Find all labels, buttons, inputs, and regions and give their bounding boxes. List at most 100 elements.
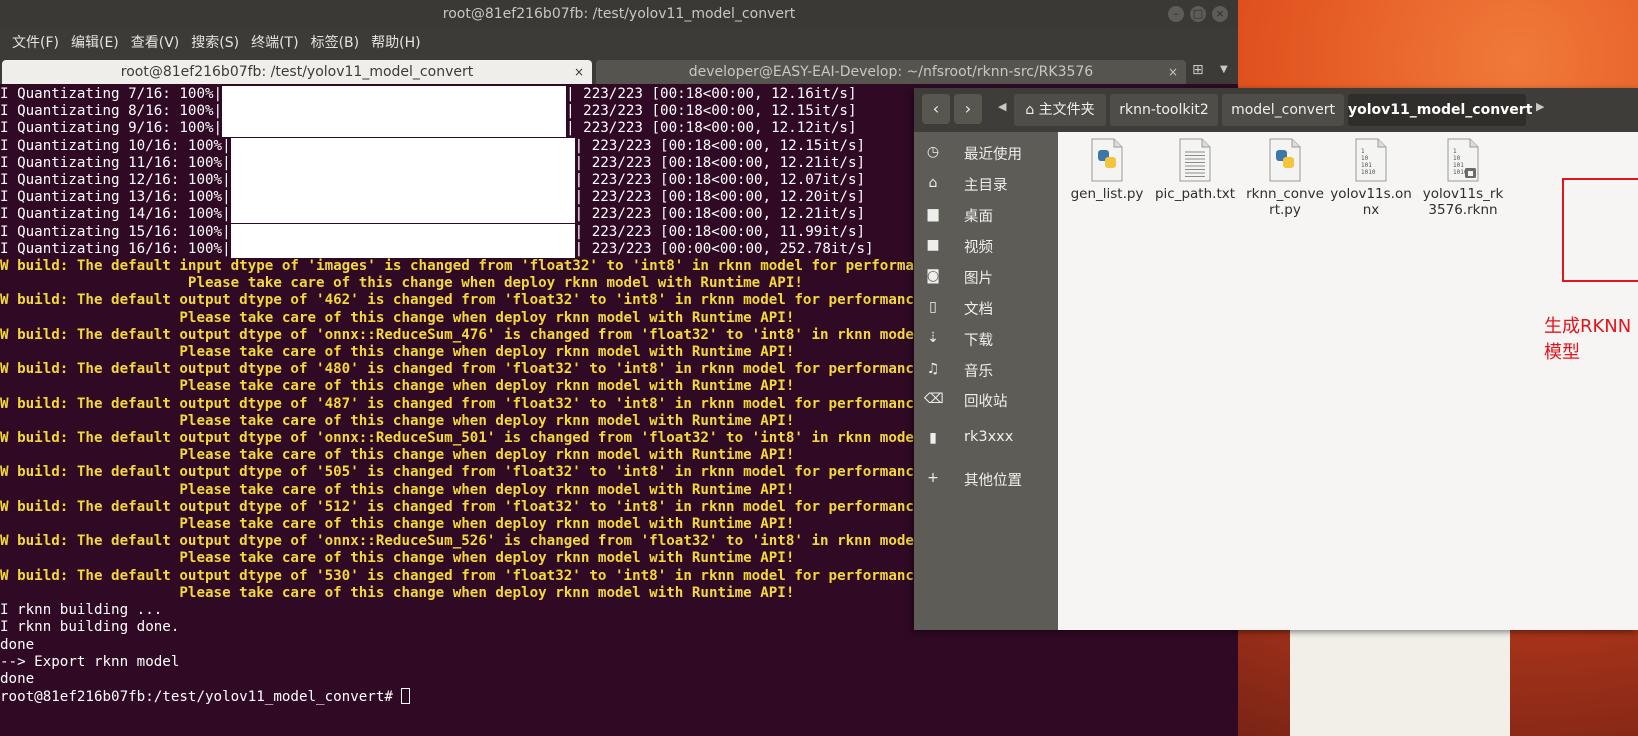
svg-text:101: 101: [1361, 162, 1372, 169]
progress-bar: [230, 240, 575, 258]
home-icon: ⌂: [928, 175, 938, 191]
svg-text:10: 10: [1453, 155, 1461, 162]
maximize-icon[interactable]: □: [1190, 6, 1206, 22]
progress-bar: [230, 189, 575, 207]
sidebar-item-document[interactable]: ▯ 文档: [914, 293, 1058, 323]
usb-drive-icon: ▮: [929, 430, 937, 446]
sidebar-item-label: 文档: [964, 302, 993, 318]
prompt-line: root@81ef216b07fb:/test/yolov11_model_co…: [0, 688, 1238, 706]
forward-button[interactable]: ›: [954, 94, 982, 124]
menu-terminal[interactable]: 终端(T): [245, 28, 304, 58]
tab-developer-host[interactable]: developer@EASY-EAI-Develop: ~/nfsroot/rk…: [596, 60, 1186, 84]
folder-icon: ▆: [927, 206, 939, 222]
sidebar-item-music[interactable]: ♫ 音乐: [914, 355, 1058, 385]
breadcrumb-scroll-left-icon[interactable]: ◀: [998, 100, 1006, 113]
file-item[interactable]: gen_list.py: [1066, 138, 1148, 202]
binary-file-icon: 1 10 101 1010: [1354, 138, 1388, 182]
quantize-prefix: I Quantizating 11/16: 100%|: [0, 154, 231, 171]
quantize-suffix: | 223/223 [00:18<00:00, 12.21it/s]: [574, 154, 866, 171]
sidebar-item-clock[interactable]: ◷ 最近使用: [914, 138, 1058, 168]
python-file-icon: [1090, 138, 1124, 182]
progress-bar: [230, 137, 575, 155]
file-name: rknn_convert.py: [1246, 186, 1324, 218]
progress-bar: [230, 154, 575, 172]
file-item[interactable]: 1 10 101 1010 yolov11s.onnx: [1330, 138, 1412, 218]
plus-icon: +: [927, 470, 939, 486]
breadcrumb-label: 主文件夹: [1038, 102, 1095, 118]
tab-label: developer@EASY-EAI-Develop: ~/nfsroot/rk…: [688, 64, 1094, 80]
breadcrumb-rknn-toolkit2[interactable]: rknn-toolkit2: [1110, 94, 1218, 126]
python-file-icon: [1268, 138, 1302, 182]
document-icon: ▯: [929, 299, 937, 315]
chevron-right-icon: ›: [964, 99, 972, 118]
back-button[interactable]: ‹: [922, 94, 950, 124]
menu-help[interactable]: 帮助(H): [365, 28, 426, 58]
terminal-titlebar: root@81ef216b07fb: /test/yolov11_model_c…: [0, 0, 1238, 28]
svg-text:1: 1: [1453, 148, 1457, 155]
log-line: --> Export rknn model: [0, 653, 180, 670]
breadcrumb-yolov11-model-convert[interactable]: yolov11_model_convert: [1348, 94, 1532, 126]
log-line: done: [0, 636, 35, 653]
svg-text:1: 1: [1361, 148, 1365, 155]
locked-binary-file-icon: 1 10 101 1010: [1446, 138, 1480, 182]
breadcrumb-model-convert[interactable]: model_convert: [1222, 94, 1344, 126]
close-icon[interactable]: ×: [1212, 6, 1228, 22]
tab-close-icon[interactable]: ×: [1168, 60, 1178, 84]
sidebar-item-label: 图片: [964, 271, 993, 287]
quantize-prefix: I Quantizating 14/16: 100%|: [0, 206, 231, 223]
minimize-icon[interactable]: –: [1168, 6, 1184, 22]
file-item[interactable]: 1 10 101 1010 yolov11s_rk3576.rknn: [1422, 138, 1504, 218]
sidebar-item-plus[interactable]: + 其他位置: [914, 464, 1058, 494]
progress-bar: [230, 206, 575, 224]
progress-bar: [230, 172, 575, 190]
tab-dropdown-icon[interactable]: ▼: [1220, 64, 1228, 75]
sidebar-item-label: 回收站: [964, 394, 1008, 410]
sidebar-item-usb-drive[interactable]: ▮ rk3xxx: [914, 424, 1058, 454]
video-icon: ■: [926, 237, 940, 253]
sidebar-item-trash[interactable]: ⌫ 回收站: [914, 385, 1058, 415]
clock-icon: ◷: [926, 144, 940, 160]
svg-text:10: 10: [1361, 155, 1369, 162]
sidebar-item-camera[interactable]: ◙ 图片: [914, 262, 1058, 292]
camera-icon: ◙: [926, 268, 940, 284]
svg-text:1010: 1010: [1361, 169, 1376, 176]
quantize-prefix: I Quantizating 8/16: 100%|: [0, 103, 223, 120]
file-item[interactable]: pic_path.txt: [1154, 138, 1236, 202]
quantize-suffix: | 223/223 [00:18<00:00, 12.07it/s]: [574, 172, 866, 189]
sidebar-item-download[interactable]: ⇣ 下载: [914, 324, 1058, 354]
breadcrumb-home[interactable]: ⌂ 主文件夹: [1014, 94, 1106, 126]
file-name: yolov11s_rk3576.rknn: [1422, 186, 1504, 218]
new-tab-icon[interactable]: ⊞: [1192, 62, 1204, 78]
menu-file[interactable]: 文件(F): [6, 28, 65, 58]
menu-tabs[interactable]: 标签(B): [305, 28, 366, 58]
quantize-suffix: | 223/223 [00:18<00:00, 12.21it/s]: [574, 206, 866, 223]
menu-search[interactable]: 搜索(S): [185, 28, 245, 58]
file-name: yolov11s.onnx: [1330, 186, 1412, 218]
music-icon: ♫: [926, 361, 940, 377]
progress-bar: [222, 103, 567, 121]
quantize-suffix: | 223/223 [00:18<00:00, 12.15it/s]: [566, 103, 857, 120]
breadcrumb-scroll-right-icon[interactable]: ▶: [1536, 100, 1544, 113]
quantize-prefix: I Quantizating 16/16: 100%|: [0, 240, 231, 257]
sidebar-item-label: 主目录: [964, 178, 1008, 194]
home-icon: ⌂: [1025, 102, 1035, 118]
file-name: pic_path.txt: [1154, 186, 1236, 202]
terminal-title: root@81ef216b07fb: /test/yolov11_model_c…: [442, 6, 796, 22]
menu-view[interactable]: 查看(V): [125, 28, 186, 58]
sidebar-item-label: 桌面: [964, 209, 993, 225]
sidebar-item-folder[interactable]: ▆ 桌面: [914, 200, 1058, 230]
quantize-prefix: I Quantizating 13/16: 100%|: [0, 189, 231, 206]
file-manager-sidebar: ◷ 最近使用 ⌂ 主目录 ▆ 桌面 ■ 视频 ◙ 图片 ▯ 文档 ⇣ 下载 ♫ 音乐 ⌫ 回收站 ▮ rk3xxx + 其…: [914, 132, 1058, 630]
annotation-text: 生成RKNN模型: [1544, 316, 1632, 363]
menu-edit[interactable]: 编辑(E): [65, 28, 125, 58]
tab-root-container[interactable]: root@81ef216b07fb: /test/yolov11_model_c…: [2, 60, 592, 84]
file-item[interactable]: rknn_convert.py: [1244, 138, 1326, 218]
file-manager-header: ‹ › ◀ ⌂ 主文件夹 rknn-toolkit2 model_convert…: [914, 88, 1638, 132]
svg-text:101: 101: [1453, 162, 1464, 169]
quantize-suffix: | 223/223 [00:00<00:00, 252.78it/s]: [574, 240, 874, 257]
sidebar-item-home[interactable]: ⌂ 主目录: [914, 169, 1058, 199]
tab-close-icon[interactable]: ×: [574, 60, 584, 84]
sidebar-item-video[interactable]: ■ 视频: [914, 231, 1058, 261]
quantize-prefix: I Quantizating 7/16: 100%|: [0, 86, 223, 102]
sidebar-item-label: 最近使用: [964, 147, 1022, 163]
